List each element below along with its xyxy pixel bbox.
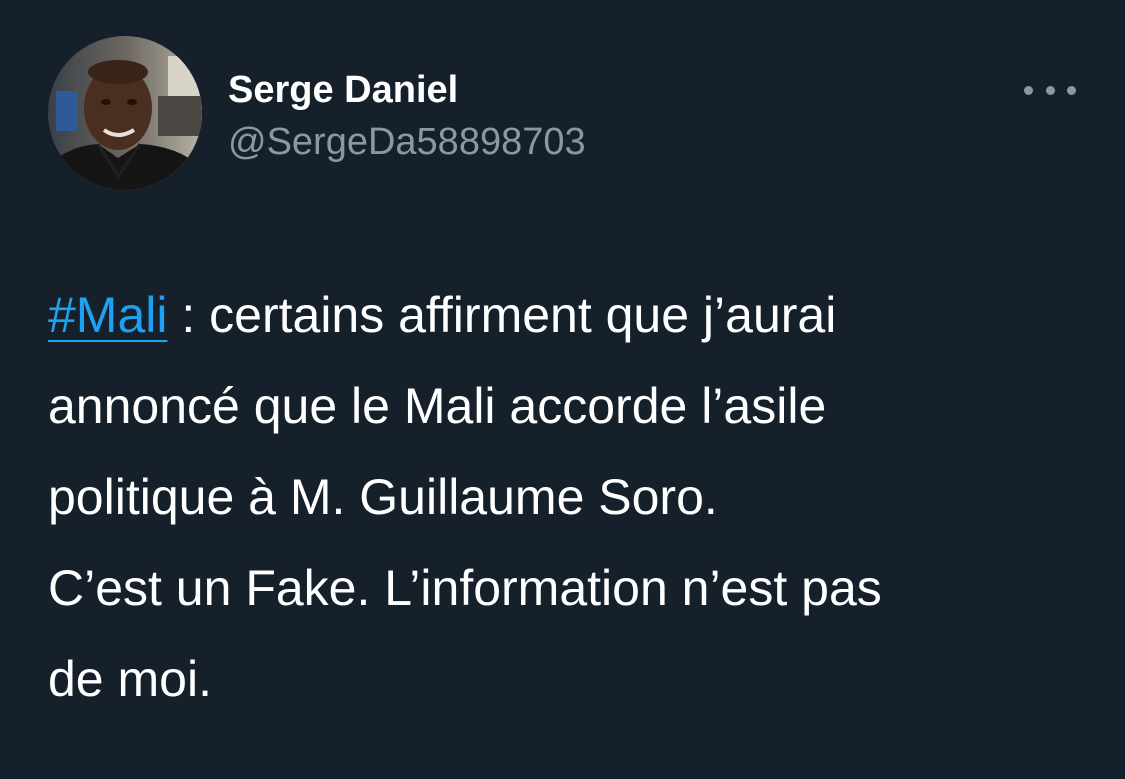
author-name[interactable]: Serge Daniel [228,68,458,112]
tweet-text-line: annoncé que le Mali accorde l’asile [48,378,827,434]
tweet-text-segment: : certains affirment que j’aurai [167,287,837,343]
more-options-button[interactable] [1024,72,1076,108]
tweet-text-line: politique à M. Guillaume Soro. [48,469,718,525]
tweet-card: Serge Daniel @SergeDa58898703 #Mali : ce… [0,0,1125,779]
tweet-text-line: #Mali : certains affirment que j’aurai [48,270,1088,361]
avatar[interactable] [48,36,202,190]
hashtag-link[interactable]: #Mali [48,287,167,343]
tweet-text: #Mali : certains affirment que j’aurai a… [48,270,1088,725]
avatar-photo [48,36,202,190]
more-dots-icon [1024,85,1033,95]
tweet-text-line: de moi. [48,651,212,707]
more-dots-icon [1045,85,1055,95]
author-handle[interactable]: @SergeDa58898703 [228,120,586,164]
tweet-text-line: C’est un Fake. L’information n’est pas [48,560,882,616]
more-dots-icon [1067,85,1076,95]
